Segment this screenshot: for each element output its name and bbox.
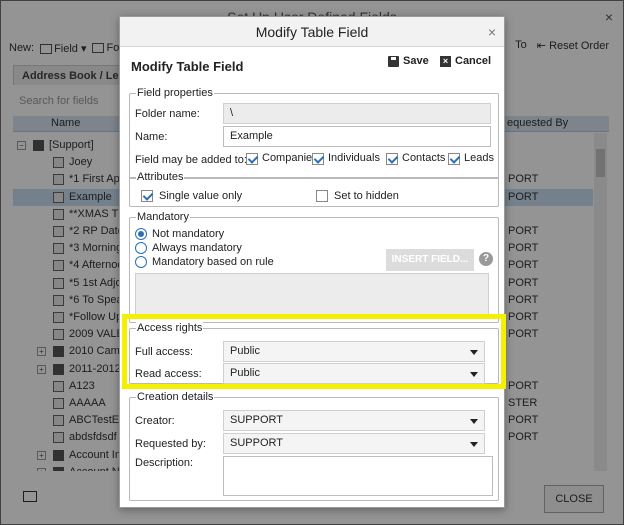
modal-titlebar: Modify Table Field	[120, 17, 504, 47]
mandatory-option-0-label: Not mandatory	[152, 228, 225, 240]
save-button[interactable]: Save	[388, 55, 429, 67]
modal-close-icon[interactable]: ×	[488, 17, 496, 47]
mandatory-option-2-label: Mandatory based on rule	[152, 256, 274, 268]
chevron-down-icon	[470, 372, 478, 377]
cancel-icon: ×	[440, 55, 451, 67]
creator-value: SUPPORT	[230, 414, 283, 426]
hidden-label: Set to hidden	[334, 190, 399, 202]
mandatory-group: Mandatory Not mandatory Always mandatory M…	[129, 211, 499, 323]
full-access-value: Public	[230, 345, 260, 357]
chevron-down-icon	[470, 442, 478, 447]
creation-details-legend: Creation details	[136, 391, 215, 403]
folder-name-field[interactable]: \	[223, 103, 491, 124]
field-properties-group: Field properties Folder name: \ Name: Ex…	[129, 87, 499, 179]
mandatory-option-1-radio[interactable]	[135, 242, 147, 254]
mandatory-option-0-radio[interactable]	[135, 228, 147, 240]
chevron-down-icon	[470, 419, 478, 424]
name-field[interactable]: Example	[223, 126, 491, 147]
full-access-select[interactable]: Public	[223, 341, 485, 362]
target-contacts-label: Contacts	[402, 152, 446, 164]
single-value-checkbox[interactable]	[141, 190, 153, 202]
rule-editor[interactable]	[135, 273, 489, 319]
single-value-label: Single value only	[159, 190, 243, 202]
modify-table-field-dialog: Modify Table Field × Modify Table Field …	[119, 16, 505, 508]
save-label: Save	[403, 55, 429, 67]
cancel-label: Cancel	[455, 55, 492, 67]
read-access-label: Read access:	[135, 368, 202, 380]
full-access-label: Full access:	[135, 346, 194, 358]
save-icon	[388, 55, 399, 67]
added-to-label: Field may be added to:	[135, 154, 247, 166]
creation-details-group: Creation details Creator: SUPPORT Reques…	[129, 391, 499, 501]
requested-by-select[interactable]: SUPPORT	[223, 433, 485, 454]
creator-select[interactable]: SUPPORT	[223, 410, 485, 431]
mandatory-option-2-radio[interactable]	[135, 256, 147, 268]
creator-label: Creator:	[135, 415, 175, 427]
cancel-button[interactable]: × Cancel	[440, 55, 491, 67]
target-companies-label: Companies	[262, 152, 318, 164]
target-individuals-checkbox[interactable]	[312, 153, 324, 165]
target-companies-checkbox[interactable]	[246, 153, 258, 165]
description-label: Description:	[135, 457, 194, 469]
chevron-down-icon	[470, 350, 478, 355]
requested-by-value: SUPPORT	[230, 437, 283, 449]
target-leads-label: Leads	[464, 152, 494, 164]
access-rights-group: Access rights Full access: Public Read a…	[129, 322, 499, 384]
target-individuals-label: Individuals	[328, 152, 380, 164]
hidden-checkbox[interactable]	[316, 190, 328, 202]
modal-heading: Modify Table Field	[131, 59, 244, 74]
requested-by-label: Requested by:	[135, 438, 206, 450]
attributes-legend: Attributes	[136, 171, 185, 183]
description-field[interactable]	[223, 456, 493, 496]
mandatory-option-1-label: Always mandatory	[152, 242, 242, 254]
mandatory-legend: Mandatory	[136, 211, 190, 223]
folder-name-label: Folder name:	[135, 108, 200, 120]
modal-title: Modify Table Field	[255, 24, 369, 40]
read-access-value: Public	[230, 367, 260, 379]
access-rights-legend: Access rights	[136, 322, 204, 334]
read-access-select[interactable]: Public	[223, 363, 485, 384]
insert-field-button[interactable]: INSERT FIELD...	[386, 249, 474, 271]
name-label: Name:	[135, 131, 168, 143]
target-contacts-checkbox[interactable]	[386, 153, 398, 165]
field-properties-legend: Field properties	[136, 87, 214, 99]
help-icon[interactable]: ?	[479, 252, 493, 266]
attributes-group: Attributes Single value only Set to hidd…	[129, 171, 499, 207]
target-leads-checkbox[interactable]	[448, 153, 460, 165]
